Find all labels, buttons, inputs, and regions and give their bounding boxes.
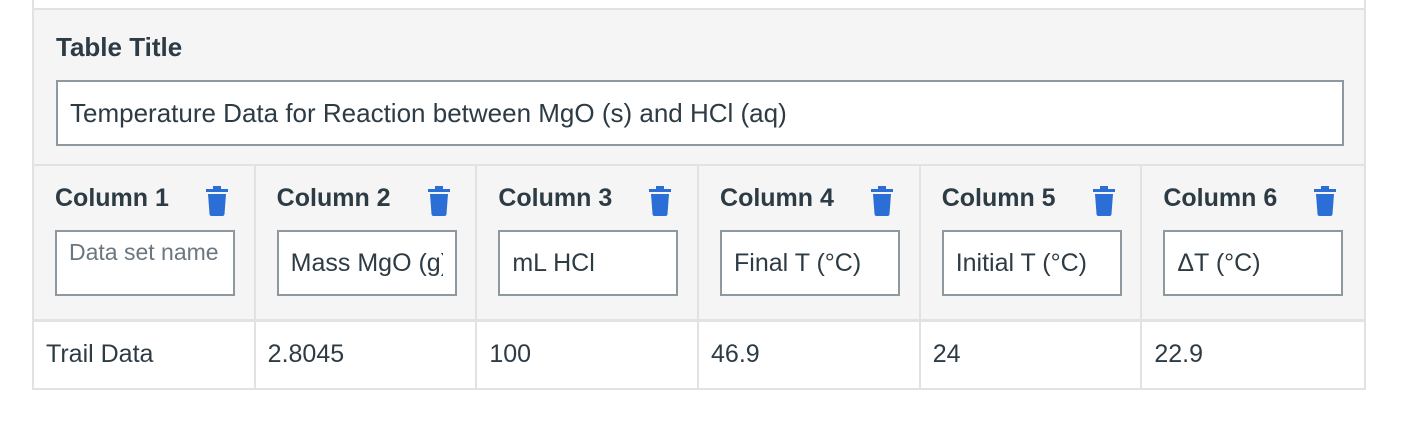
- table-title-section: Table Title: [34, 8, 1364, 164]
- trash-icon[interactable]: [871, 186, 894, 216]
- column-label: Column 3: [498, 184, 613, 212]
- column-header-4: Column 4: [699, 166, 921, 319]
- column-header-row: Column 1 Data set name Column 2 Column 3…: [34, 164, 1364, 322]
- table-cell[interactable]: 2.8045: [256, 322, 478, 388]
- trash-icon[interactable]: [427, 186, 450, 216]
- column-name-input[interactable]: [1163, 230, 1344, 296]
- table-cell[interactable]: 24: [921, 322, 1143, 388]
- column-header-2: Column 2: [256, 166, 478, 319]
- table-title-input[interactable]: [56, 80, 1344, 146]
- trash-icon[interactable]: [1092, 186, 1115, 216]
- trash-icon[interactable]: [206, 186, 228, 216]
- column-header-6: Column 6: [1142, 166, 1364, 319]
- trash-icon[interactable]: [1314, 186, 1337, 216]
- column-name-input[interactable]: [276, 230, 457, 296]
- column-name-input[interactable]: [498, 230, 679, 296]
- table-row: Trail Data 2.8045 100 46.9 24 22.9: [34, 322, 1364, 390]
- column-header-1: Column 1 Data set name: [34, 166, 256, 319]
- column-label: Column 4: [720, 184, 834, 212]
- column-label: Column 1: [55, 184, 169, 212]
- table-cell[interactable]: 100: [477, 322, 700, 388]
- column-label: Column 2: [276, 184, 391, 212]
- column-label: Column 6: [1163, 184, 1278, 212]
- column-name-input[interactable]: Data set name: [55, 230, 235, 296]
- data-table-editor: Table Title Column 1 Data set name Colum…: [32, 0, 1366, 390]
- column-label: Column 5: [941, 184, 1056, 212]
- table-cell[interactable]: 22.9: [1142, 322, 1364, 388]
- table-cell[interactable]: 46.9: [699, 322, 921, 388]
- column-name-input[interactable]: [720, 230, 901, 296]
- table-cell[interactable]: Trail Data: [34, 322, 256, 388]
- column-header-5: Column 5: [921, 166, 1143, 319]
- table-title-label: Table Title: [56, 32, 183, 62]
- column-header-3: Column 3: [477, 166, 700, 319]
- column-name-input[interactable]: [941, 230, 1122, 296]
- trash-icon[interactable]: [649, 186, 672, 216]
